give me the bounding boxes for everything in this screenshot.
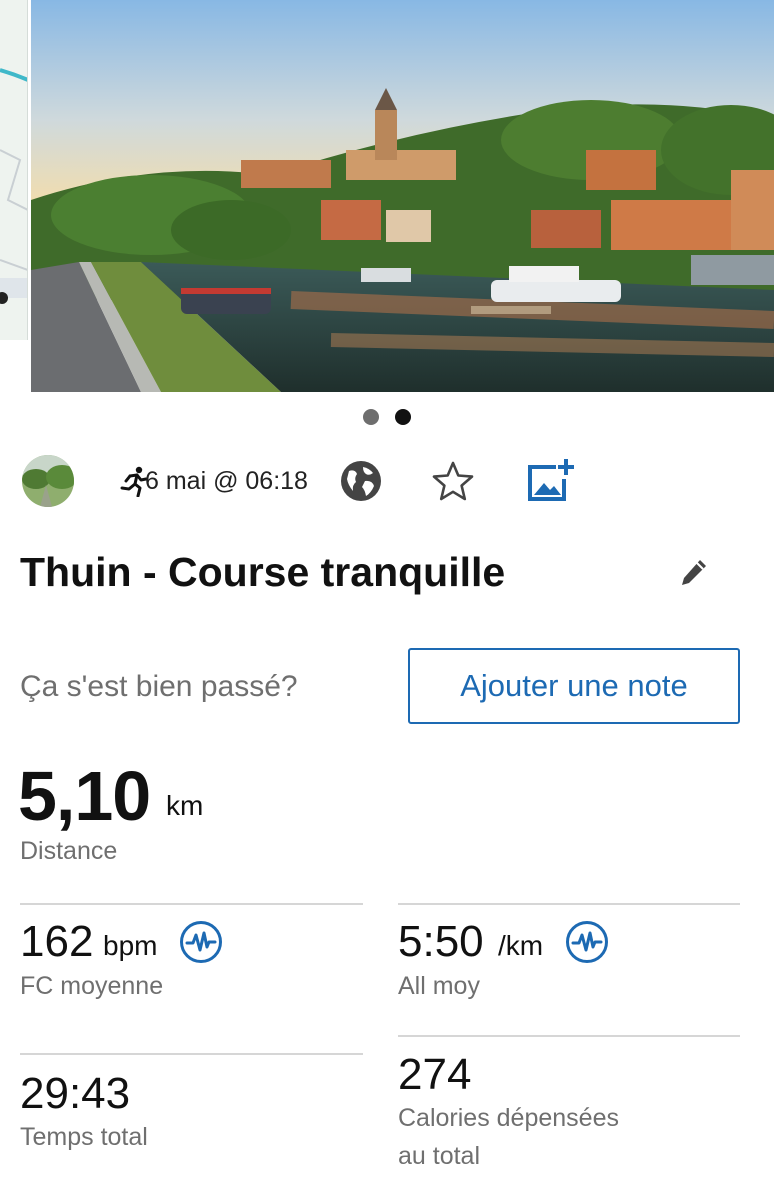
divider (398, 1035, 740, 1037)
photo-gallery[interactable] (0, 0, 774, 392)
heart-rate-value: 162 (20, 917, 94, 966)
globe-icon[interactable] (339, 459, 383, 503)
activity-date: 6 mai @ 06:18 (145, 467, 308, 495)
note-prompt: Ça s'est bien passé? (20, 670, 298, 703)
calories-label: Calories dépensées au total (398, 1099, 619, 1175)
river-town-photo (31, 0, 774, 392)
total-time-value: 29:43 (20, 1069, 131, 1118)
distance-value: 5,10 (18, 757, 151, 835)
pace-value: 5:50 (398, 917, 484, 966)
heart-rate-label: FC moyenne (20, 972, 164, 1000)
calories-label-line2: au total (398, 1142, 481, 1170)
activity-photo[interactable] (31, 0, 774, 392)
activity-meta-row: 6 mai @ 06:18 (22, 455, 762, 507)
pencil-icon[interactable] (679, 557, 709, 589)
total-time-label: Temps total (20, 1123, 148, 1151)
divider (398, 903, 740, 905)
divider (20, 1053, 363, 1055)
calories-value: 274 (398, 1050, 472, 1099)
add-photo-icon[interactable] (526, 457, 574, 503)
avatar[interactable] (22, 455, 74, 507)
heart-rate-chart-icon[interactable] (179, 920, 223, 964)
add-note-button[interactable]: Ajouter une note (408, 648, 740, 724)
divider (20, 903, 363, 905)
gallery-pagination[interactable] (0, 409, 774, 425)
activity-title: Thuin - Course tranquille (20, 549, 506, 595)
distance-unit: km (166, 790, 204, 821)
pace-chart-icon[interactable] (565, 920, 609, 964)
pagination-dot-active[interactable] (395, 409, 411, 425)
pagination-dot[interactable] (363, 409, 379, 425)
heart-rate-unit: bpm (103, 930, 158, 961)
pace-label: All moy (398, 972, 480, 1000)
distance-label: Distance (20, 837, 118, 865)
star-icon[interactable] (432, 460, 474, 502)
route-map-preview[interactable] (0, 0, 28, 340)
pace-unit: /km (498, 930, 544, 961)
calories-label-line1: Calories dépensées (398, 1104, 619, 1132)
